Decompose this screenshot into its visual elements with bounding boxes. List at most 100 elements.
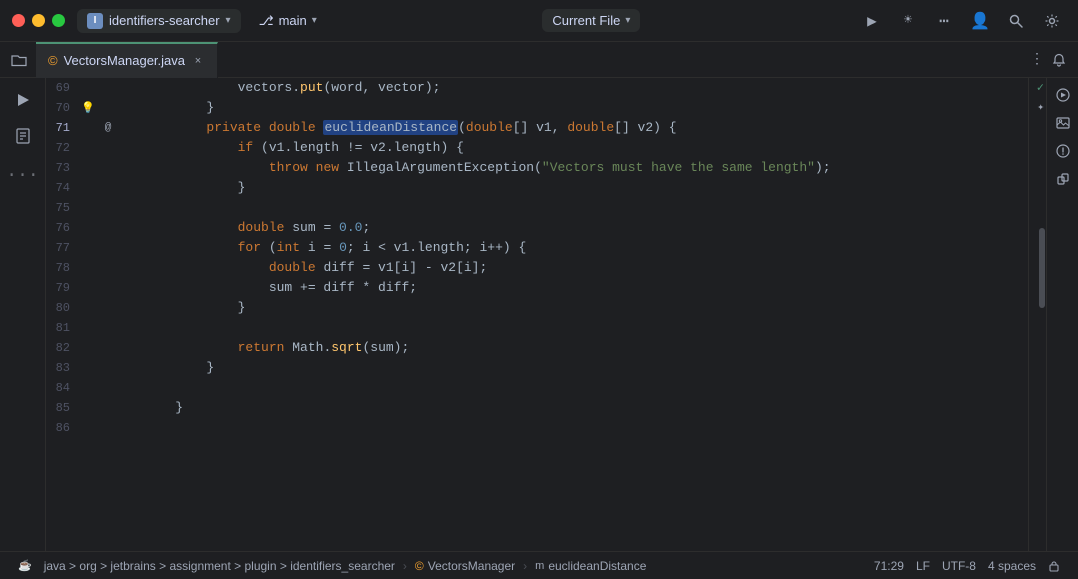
search-icon (1008, 13, 1024, 29)
code-cell-75[interactable] (136, 198, 1028, 218)
gutter-84: 84 (46, 378, 136, 398)
code-cell-74[interactable]: } (136, 178, 1028, 198)
code-line-82: 82 return Math.sqrt(sum); (46, 338, 1028, 358)
sr-screenshot-icon[interactable] (1052, 112, 1074, 134)
maximize-window-button[interactable] (52, 14, 65, 27)
gutter-82: 82 (46, 338, 136, 358)
sb-line-ending[interactable]: LF (910, 552, 936, 579)
code-cell-85[interactable]: } (136, 398, 1028, 418)
titlebar-actions: ▶ ☀ ⋯ 👤 (858, 7, 1066, 35)
project-selector[interactable]: I identifiers-searcher ▾ (77, 9, 241, 33)
gutter-85: 85 (46, 398, 136, 418)
notification-bell-button[interactable] (1048, 49, 1070, 71)
editor-main[interactable]: 69 vectors.put(word, vector);70💡 }71@ pr… (46, 78, 1028, 551)
tabs-bar: © VectorsManager.java × ⋮ (0, 42, 1078, 78)
scrollbar-thumb[interactable] (1039, 228, 1045, 308)
code-cell-86[interactable] (136, 418, 1028, 438)
sb-position[interactable]: 71:29 (868, 552, 910, 579)
titlebar: I identifiers-searcher ▾ ⎇ main ▾ Curren… (0, 0, 1078, 42)
editor-area: ··· 69 vectors.put(word, vector);70💡 }71… (0, 78, 1078, 551)
sb-lock-button[interactable] (1042, 552, 1066, 579)
java-icon: ☕ (18, 559, 32, 572)
code-cell-79[interactable]: sum += diff * diff; (136, 278, 1028, 298)
code-cell-76[interactable]: double sum = 0.0; (136, 218, 1028, 238)
debug-icon: ☀ (904, 12, 912, 29)
line-number-77: 77 (46, 241, 78, 255)
code-cell-72[interactable]: if (v1.length != v2.length) { (136, 138, 1028, 158)
gutter-78: 78 (46, 258, 136, 278)
gutter-75: 75 (46, 198, 136, 218)
tab-file-icon: © (48, 53, 58, 68)
project-tree-toggle[interactable] (8, 49, 30, 71)
run-sidebar-icon (15, 92, 31, 108)
sidebar-item-bookmarks[interactable] (7, 120, 39, 152)
titlebar-center: Current File ▾ (325, 9, 858, 32)
line-number-78: 78 (46, 261, 78, 275)
minimize-window-button[interactable] (32, 14, 45, 27)
sb-sep2: › (523, 559, 527, 573)
code-line-81: 81 (46, 318, 1028, 338)
sparkle-indicator: ✦ (1037, 100, 1044, 114)
gutter-80: 80 (46, 298, 136, 318)
tabs-overflow-button[interactable]: ⋮ (1026, 49, 1048, 71)
code-line-84: 84 (46, 378, 1028, 398)
code-line-72: 72 if (v1.length != v2.length) { (46, 138, 1028, 158)
code-line-78: 78 double diff = v1[i] - v2[i]; (46, 258, 1028, 278)
check-indicator: ✓ (1037, 80, 1044, 95)
bell-icon (1052, 53, 1066, 67)
sb-breadcrumb[interactable]: java > org > jetbrains > assignment > pl… (38, 552, 401, 579)
run-icon: ▶ (867, 11, 877, 31)
code-line-71: 71@ private double euclideanDistance(dou… (46, 118, 1028, 138)
breadcrumb-text: java > org > jetbrains > assignment > pl… (44, 559, 395, 573)
sb-class-item[interactable]: © VectorsManager (409, 552, 521, 579)
code-cell-77[interactable]: for (int i = 0; i < v1.length; i++) { (136, 238, 1028, 258)
close-window-button[interactable] (12, 14, 25, 27)
gutter-70: 70💡 (46, 98, 136, 118)
code-cell-83[interactable]: } (136, 358, 1028, 378)
tab-close-button[interactable]: × (191, 54, 205, 68)
settings-button[interactable] (1038, 7, 1066, 35)
debug-button[interactable]: ☀ (894, 7, 922, 35)
code-cell-84[interactable] (136, 378, 1028, 398)
sb-indent[interactable]: 4 spaces (982, 552, 1042, 579)
gutter-74: 74 (46, 178, 136, 198)
search-everywhere-button[interactable] (1002, 7, 1030, 35)
code-cell-80[interactable]: } (136, 298, 1028, 318)
sidebar-item-run[interactable] (7, 84, 39, 116)
code-cell-69[interactable]: vectors.put(word, vector); (136, 78, 1028, 98)
sr-run-icon[interactable] (1052, 84, 1074, 106)
profile-button[interactable]: 👤 (966, 7, 994, 35)
code-cell-73[interactable]: throw new IllegalArgumentException("Vect… (136, 158, 1028, 178)
line-number-79: 79 (46, 281, 78, 295)
gutter-69: 69 (46, 78, 136, 98)
code-cell-81[interactable] (136, 318, 1028, 338)
editor-scrollbar-area[interactable]: ✓ ✦ (1028, 78, 1046, 551)
gutter-81: 81 (46, 318, 136, 338)
line-number-72: 72 (46, 141, 78, 155)
code-cell-71[interactable]: private double euclideanDistance(double[… (136, 118, 1028, 138)
code-cell-82[interactable]: return Math.sqrt(sum); (136, 338, 1028, 358)
run-button[interactable]: ▶ (858, 7, 886, 35)
code-lines-container: 69 vectors.put(word, vector);70💡 }71@ pr… (46, 78, 1028, 438)
sidebar-more-icon: ··· (6, 166, 38, 186)
indent-label: 4 spaces (988, 559, 1036, 573)
sidebar-left: ··· (0, 78, 46, 551)
line-number-83: 83 (46, 361, 78, 375)
sb-method-item[interactable]: m euclideanDistance (529, 552, 652, 579)
code-editor: 69 vectors.put(word, vector);70💡 }71@ pr… (46, 78, 1078, 551)
more-actions-button[interactable]: ⋯ (930, 7, 958, 35)
current-file-button[interactable]: Current File ▾ (542, 9, 640, 32)
gutter-72: 72 (46, 138, 136, 158)
code-cell-78[interactable]: double diff = v1[i] - v2[i]; (136, 258, 1028, 278)
file-tab[interactable]: © VectorsManager.java × (36, 42, 218, 78)
class-icon: © (415, 559, 424, 573)
branch-selector[interactable]: ⎇ main ▾ (251, 9, 325, 33)
sidebar-item-more[interactable]: ··· (7, 160, 39, 192)
gutter-76: 76 (46, 218, 136, 238)
gutter-79: 79 (46, 278, 136, 298)
sb-java-icon-item[interactable]: ☕ (12, 552, 38, 579)
sb-encoding[interactable]: UTF-8 (936, 552, 982, 579)
sr-plugin-icon[interactable] (1052, 168, 1074, 190)
sr-warning-icon[interactable] (1052, 140, 1074, 162)
code-cell-70[interactable]: } (136, 98, 1028, 118)
